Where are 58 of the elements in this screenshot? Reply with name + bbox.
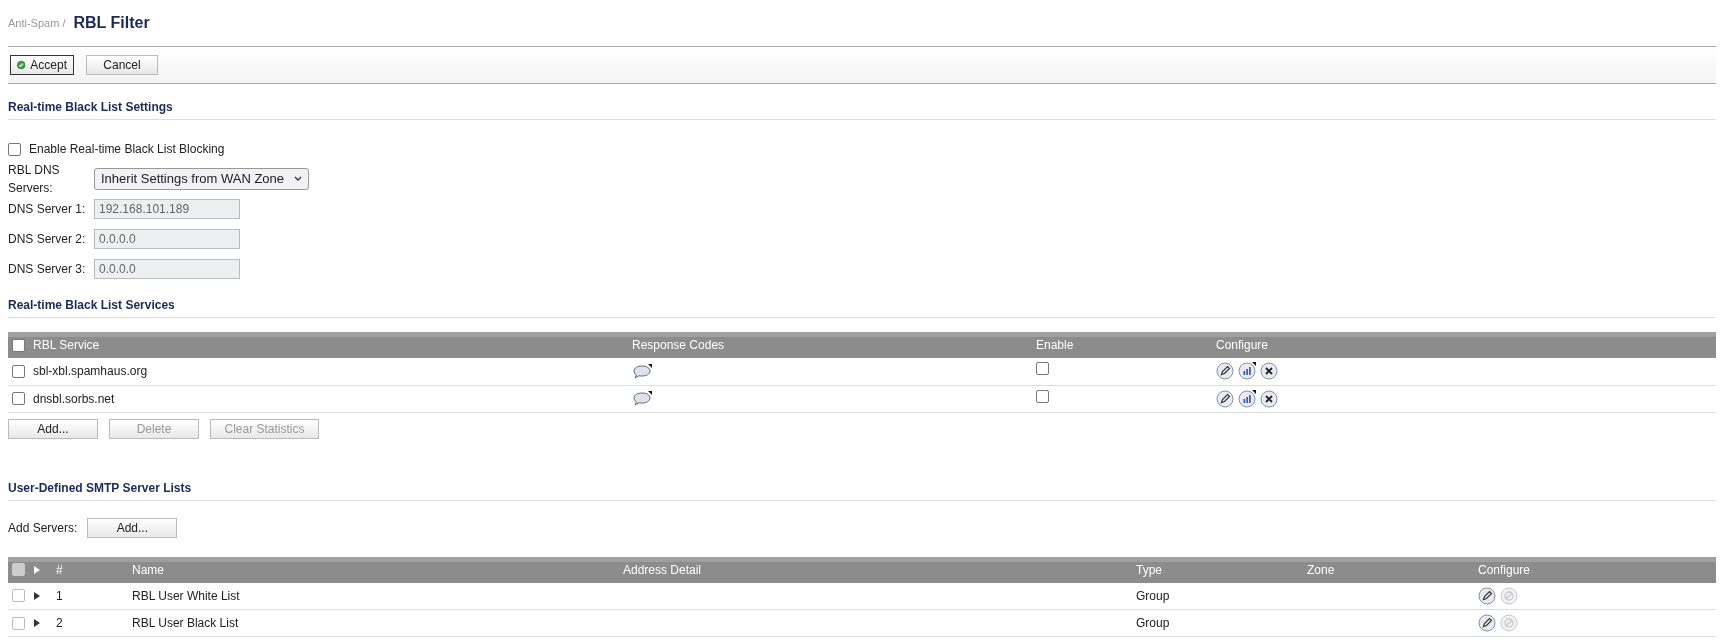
column-header: Type xyxy=(1136,562,1162,577)
field-label: DNS Server 2: xyxy=(8,231,87,248)
checkbox-label: Enable Real-time Black List Blocking xyxy=(29,141,225,158)
cancel-button[interactable]: Cancel xyxy=(86,55,158,75)
edit-icon[interactable] xyxy=(1478,614,1496,632)
page-title: RBL Filter xyxy=(73,13,150,33)
expand-arrow-icon[interactable] xyxy=(33,618,41,628)
field-label: DNS Server 1: xyxy=(8,201,87,218)
statistics-icon[interactable] xyxy=(1238,389,1256,408)
column-header: Address Detail xyxy=(623,562,702,577)
input-field: 192.168.101.189 xyxy=(94,199,240,219)
service-name: dnsbl.sorbs.net xyxy=(33,390,115,408)
section-heading: Real-time Black List Services xyxy=(8,296,1716,318)
add-button[interactable]: Add... xyxy=(87,517,178,538)
enable-checkbox[interactable] xyxy=(1036,389,1049,403)
column-header: RBL Service xyxy=(33,337,100,354)
checkbox[interactable] xyxy=(8,142,21,156)
field-label: DNS Server 3: xyxy=(8,261,87,278)
column-header: Configure xyxy=(1478,562,1531,577)
caret-icon xyxy=(294,176,303,182)
speech-bubble-icon[interactable] xyxy=(632,391,652,408)
edit-icon[interactable] xyxy=(1216,389,1234,408)
field-label: Add Servers: xyxy=(8,519,78,537)
section-heading: User-Defined SMTP Server Lists xyxy=(8,478,1716,501)
enable-checkbox[interactable] xyxy=(1036,362,1049,376)
column-header: Configure xyxy=(1216,338,1269,352)
row-number: 1 xyxy=(56,588,63,603)
check-icon xyxy=(17,58,26,72)
column-header: Name xyxy=(132,562,164,577)
column-header: Zone xyxy=(1307,562,1335,577)
accept-button[interactable]: Accept xyxy=(10,55,74,75)
statistics-icon[interactable] xyxy=(1238,362,1256,381)
column-header: # xyxy=(56,562,63,577)
row-number: 2 xyxy=(56,616,63,630)
delete-icon[interactable] xyxy=(1260,389,1278,408)
service-name: sbl-xbl.spamhaus.org xyxy=(33,363,148,381)
input-field: 0.0.0.0 xyxy=(94,259,240,279)
field-label: RBL DNS Servers: xyxy=(8,162,61,197)
edit-icon[interactable] xyxy=(1216,362,1234,381)
delete-icon[interactable] xyxy=(1260,362,1278,381)
row-checkbox[interactable] xyxy=(12,392,25,405)
add-button[interactable]: Add... xyxy=(8,418,98,439)
input-field: 0.0.0.0 xyxy=(94,229,240,249)
section-heading: Real-time Black List Settings xyxy=(8,98,1716,120)
type-value: Group xyxy=(1136,616,1170,630)
column-header: Response Codes xyxy=(632,338,725,352)
type-value: Group xyxy=(1136,588,1170,603)
dropdown[interactable]: Inherit Settings from WAN Zone xyxy=(94,168,310,190)
row-checkbox[interactable] xyxy=(12,589,25,603)
select-all-checkbox[interactable] xyxy=(12,338,25,352)
row-checkbox[interactable] xyxy=(12,364,25,378)
column-header: Enable xyxy=(1036,338,1074,352)
list-name: RBL User White List xyxy=(132,588,240,603)
expand-arrow-icon[interactable] xyxy=(33,590,41,601)
edit-icon[interactable] xyxy=(1478,586,1496,605)
row-checkbox[interactable] xyxy=(12,616,25,630)
speech-bubble-icon[interactable] xyxy=(632,364,652,381)
list-name: RBL User Black List xyxy=(132,616,239,630)
